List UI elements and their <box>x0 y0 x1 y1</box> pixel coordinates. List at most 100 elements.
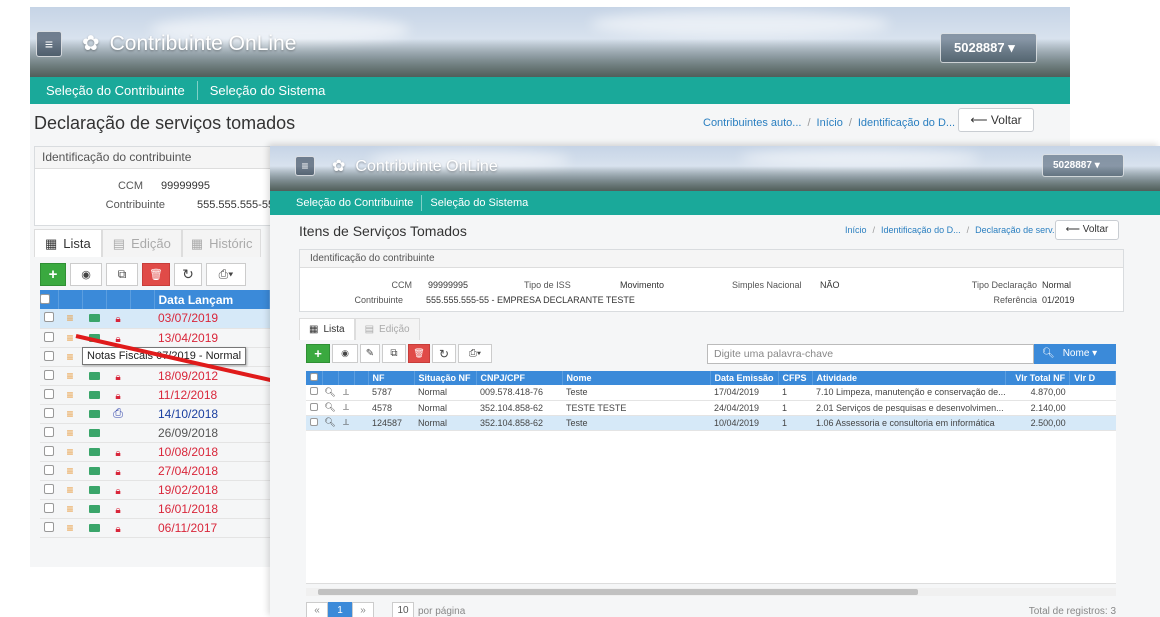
items-table-container: NF Situação NF CNPJ/CPF Nome Data Emissã… <box>306 371 1116 584</box>
app-title: ✿ Contribuinte OnLine <box>332 158 498 175</box>
page-first-button[interactable]: « <box>306 602 328 617</box>
nav-selecao-contribuinte[interactable]: Seleção do Contribuinte <box>288 191 421 215</box>
page-current-button[interactable]: 1 <box>328 602 352 617</box>
add-button[interactable]: + <box>306 344 330 363</box>
cell-data: 10/04/2019 <box>710 415 778 431</box>
trash-icon: 🗑 <box>413 348 425 358</box>
top-nav: Seleção do Contribuinte Seleção do Siste… <box>270 191 1160 215</box>
cell-data: 24/04/2019 <box>710 400 778 416</box>
tab-lista[interactable]: ▦ Lista <box>299 318 355 340</box>
referencia-value: 01/2019 <box>1042 295 1075 305</box>
cell-valor: 2.140,00 <box>1005 400 1070 416</box>
cell-cnpj: 352.104.858-62 <box>476 415 562 431</box>
total-records: Total de registros: 3 <box>1028 606 1116 617</box>
col-situacao-nf[interactable]: Situação NF <box>414 371 477 385</box>
breadcrumb-item[interactable]: Início <box>845 225 867 235</box>
cell-nf: 5787 <box>368 385 414 401</box>
per-page-label: por página <box>418 605 466 617</box>
magnifier-icon[interactable]: 🔍︎ <box>324 417 335 427</box>
horizontal-scrollbar[interactable] <box>306 588 1116 596</box>
cell-atividade: 2.01 Serviços de pesquisas e desenvolvim… <box>812 400 1006 416</box>
cell-cnpj: 009.578.418-76 <box>476 385 562 401</box>
contributor-panel: Identificação do contribuinte CCM 999999… <box>299 249 1124 312</box>
cell-atividade: 1.06 Assessoria e consultoria em informá… <box>812 415 1006 431</box>
table-row[interactable]: 🔍︎ ⟂ 5787 Normal 009.578.418-76 Teste 17/04/20… <box>306 385 1116 401</box>
delete-button[interactable]: 🗑 <box>408 344 430 363</box>
col-atividade[interactable]: Atividade <box>812 371 1007 385</box>
caret-down-icon: ▾ <box>1094 160 1100 171</box>
table-row[interactable]: 🔍︎ ⟂ 124587 Normal 352.104.858-62 Teste 10/04/… <box>306 415 1116 431</box>
cell-atividade: 7.10 Limpeza, manutenção e conservação d… <box>812 385 1006 401</box>
search-button[interactable]: 🔍︎ Nome ▾ <box>1034 344 1116 364</box>
file-icon: ▤ <box>364 324 375 335</box>
tabs: ▦ Lista ▤ Edição <box>299 318 420 340</box>
col-vlr-d[interactable]: Vlr D <box>1069 371 1116 385</box>
magnifier-icon[interactable]: 🔍︎ <box>324 387 335 397</box>
copy-icon: ⧉ <box>390 348 398 359</box>
view-button[interactable]: ◉ <box>332 344 358 363</box>
search-input[interactable]: Digite uma palavra-chave <box>707 344 1034 364</box>
app-header: ≡ ✿ Contribuinte OnLine 5028887 ▾ <box>270 146 1160 191</box>
page-last-button[interactable]: » <box>352 602 374 617</box>
list-icon: ▦ <box>309 324 319 335</box>
pin-icon[interactable]: ⟂ <box>343 387 349 397</box>
copy-button[interactable]: ⧉ <box>382 344 406 363</box>
scroll-thumb[interactable] <box>318 589 918 595</box>
pencil-icon: ✎ <box>365 348 375 359</box>
pin-icon[interactable]: ⟂ <box>343 402 349 412</box>
cell-situacao: Normal <box>414 415 476 431</box>
row-checkbox[interactable] <box>310 387 318 396</box>
col-data-emissao[interactable]: Data Emissão <box>710 371 779 385</box>
col-nf[interactable]: NF <box>368 371 415 385</box>
refresh-button[interactable]: ↻ <box>432 344 456 363</box>
print-dropdown-button[interactable]: ⎙▾ <box>458 344 492 363</box>
pin-icon[interactable]: ⟂ <box>343 417 349 427</box>
items-table: NF Situação NF CNPJ/CPF Nome Data Emissã… <box>306 371 1116 431</box>
cell-nf: 124587 <box>368 415 414 431</box>
cell-situacao: Normal <box>414 385 476 401</box>
back-button[interactable]: ⟵ Voltar <box>1055 220 1119 240</box>
contribuinte-label: Contribuinte <box>354 295 403 305</box>
row-checkbox[interactable] <box>310 402 318 411</box>
toolbar: + ◉ ✎ ⧉ 🗑 ↻ ⎙▾ <box>306 344 492 363</box>
nav-selecao-sistema[interactable]: Seleção do Sistema <box>422 191 536 215</box>
refresh-icon: ↻ <box>438 346 450 361</box>
col-vlr-total-nf[interactable]: Vlr Total NF <box>1005 371 1071 385</box>
eye-icon: ◉ <box>341 348 349 358</box>
cell-nome: Teste <box>562 415 710 431</box>
tab-edicao[interactable]: ▤ Edição <box>354 318 420 340</box>
col-cnpj-cpf[interactable]: CNPJ/CPF <box>476 371 563 385</box>
cell-nf: 4578 <box>368 400 414 416</box>
referencia-label: Referência <box>993 295 1037 305</box>
front-window: ≡ ✿ Contribuinte OnLine 5028887 ▾ Seleção… <box>270 146 1160 617</box>
gear-icon: ✿ <box>332 158 346 175</box>
tipo-iss-value: Movimento <box>620 280 665 290</box>
select-all-checkbox[interactable] <box>309 373 318 381</box>
edit-button[interactable]: ✎ <box>360 344 380 363</box>
cell-nome: TESTE TESTE <box>562 400 710 416</box>
search-icon: 🔍︎ <box>1042 348 1055 359</box>
per-page-select[interactable]: 10 <box>392 602 414 617</box>
row-checkbox[interactable] <box>310 417 318 426</box>
arrow-left-icon: ⟵ <box>1065 224 1080 235</box>
menu-toggle-button[interactable]: ≡ <box>295 156 315 176</box>
table-row[interactable]: 🔍︎ ⟂ 4578 Normal 352.104.858-62 TESTE TESTE 24… <box>306 400 1116 416</box>
cell-situacao: Normal <box>414 400 476 416</box>
panel-title: Identificação do contribuinte <box>300 250 1123 268</box>
simples-nacional-label: Simples Nacional <box>732 280 802 290</box>
pagination: « 1 » 10 por página <box>306 602 465 617</box>
tipo-iss-label: Tipo de ISS <box>524 280 571 290</box>
breadcrumb-item[interactable]: Declaração de serv... <box>975 225 1059 235</box>
page-title: Itens de Serviços Tomados <box>299 223 467 239</box>
cell-data: 17/04/2019 <box>710 385 778 401</box>
col-cfps[interactable]: CFPS <box>778 371 813 385</box>
simples-nacional-value: NÃO <box>820 280 840 290</box>
tipo-declaracao-value: Normal <box>1042 280 1072 290</box>
breadcrumb-item[interactable]: Identificação do D... <box>881 225 961 235</box>
cell-cfps: 1 <box>778 400 812 416</box>
magnifier-icon[interactable]: 🔍︎ <box>324 402 335 412</box>
ccm-value: 99999995 <box>428 280 469 290</box>
print-icon: ⎙▾ <box>468 348 482 359</box>
col-nome[interactable]: Nome <box>562 371 711 385</box>
user-dropdown[interactable]: 5028887 ▾ <box>1042 154 1124 177</box>
